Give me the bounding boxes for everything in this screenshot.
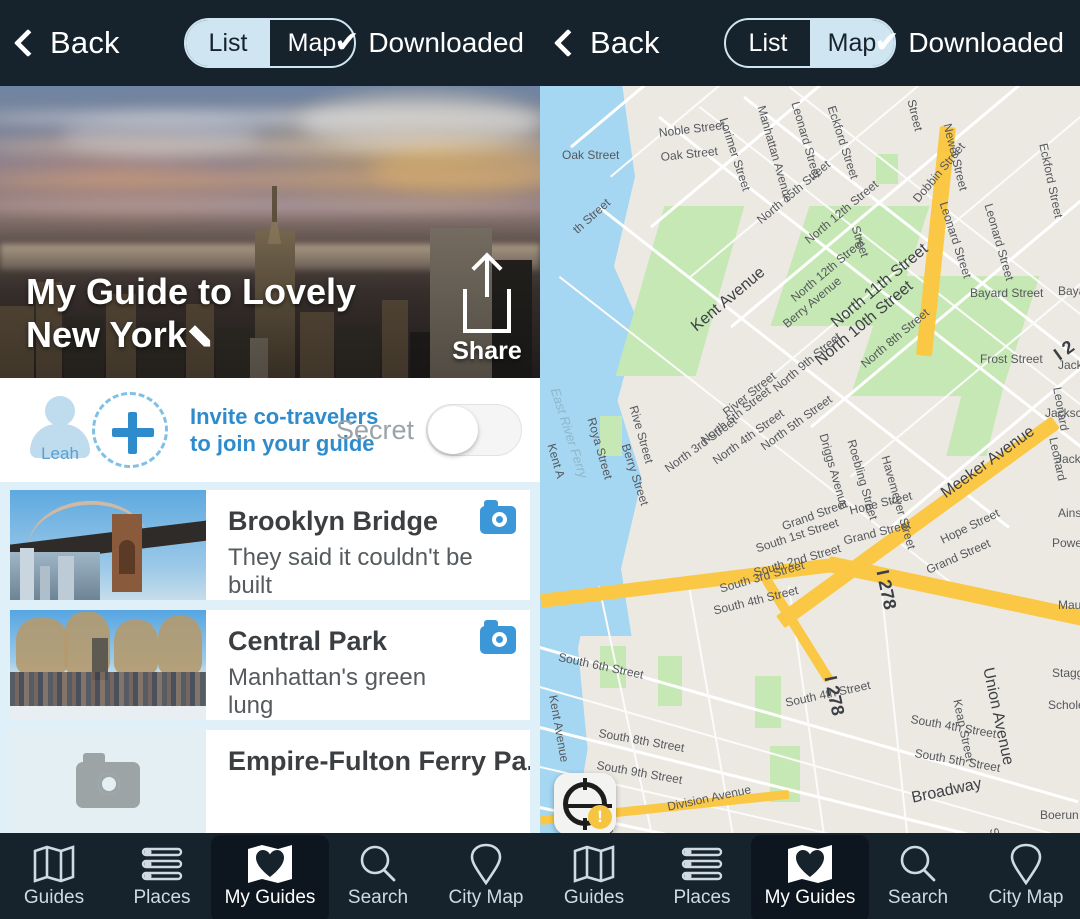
list-item[interactable]: Empire-Fulton Ferry Pa... bbox=[10, 730, 530, 840]
place-subtitle: They said it couldn't be built bbox=[228, 544, 473, 599]
place-thumbnail bbox=[10, 490, 206, 600]
place-info: Central Park Manhattan's green lung bbox=[206, 610, 530, 720]
secret-toggle[interactable] bbox=[426, 404, 522, 456]
tab-label: My Guides bbox=[224, 887, 316, 908]
segment-list[interactable]: List bbox=[186, 20, 270, 66]
heart-map-icon bbox=[756, 843, 864, 885]
list-item[interactable]: Brooklyn Bridge They said it couldn't be… bbox=[10, 490, 530, 600]
share-label: Share bbox=[452, 337, 522, 365]
secret-label: Secret bbox=[335, 414, 414, 445]
chevron-left-icon bbox=[13, 28, 43, 58]
sliders-icon bbox=[648, 843, 756, 885]
downloaded-button[interactable]: ✔ Downloaded bbox=[334, 27, 524, 59]
location-warning-badge: ! bbox=[588, 805, 612, 829]
phone-screen-map: Back List Map ✔ Downloaded Oak Street No… bbox=[540, 0, 1080, 919]
tab-label: Search bbox=[887, 887, 949, 908]
sliders-icon bbox=[108, 843, 216, 885]
chevron-left-icon bbox=[553, 28, 583, 58]
tab-label: Places bbox=[133, 887, 191, 908]
magnifier-icon bbox=[324, 843, 432, 885]
share-button[interactable]: Share bbox=[450, 257, 524, 366]
heart-map-icon bbox=[216, 843, 324, 885]
back-label: Back bbox=[50, 25, 120, 60]
check-icon: ✔ bbox=[874, 26, 900, 59]
tab-my-guides[interactable]: My Guides bbox=[751, 835, 869, 919]
pencil-icon[interactable] bbox=[191, 321, 221, 351]
tab-bar[interactable]: Guides Places My Guides Search City Map bbox=[0, 833, 540, 919]
camera-icon[interactable] bbox=[480, 620, 516, 654]
tab-search[interactable]: Search bbox=[324, 843, 432, 909]
guide-hero-image[interactable]: My Guide to Lovely New York Share bbox=[0, 86, 540, 378]
tab-guides[interactable]: Guides bbox=[540, 843, 648, 909]
phone-screen-list: Back List Map ✔ Downloaded My Guide to L… bbox=[0, 0, 540, 919]
tab-my-guides[interactable]: My Guides bbox=[211, 835, 329, 919]
back-button[interactable]: Back bbox=[553, 25, 660, 61]
place-subtitle: Manhattan's green lung bbox=[228, 664, 427, 719]
tab-places[interactable]: Places bbox=[648, 843, 756, 909]
tab-label: Guides bbox=[23, 887, 85, 908]
back-button[interactable]: Back bbox=[13, 25, 120, 61]
park-area bbox=[755, 676, 781, 728]
tab-city-map[interactable]: City Map bbox=[972, 843, 1080, 909]
place-thumbnail-placeholder bbox=[10, 730, 206, 840]
location-crosshair-button[interactable]: ! bbox=[554, 773, 616, 835]
tab-places[interactable]: Places bbox=[108, 843, 216, 909]
secret-setting: Secret bbox=[336, 404, 522, 456]
magnifier-icon bbox=[864, 843, 972, 885]
tab-label: My Guides bbox=[764, 887, 856, 908]
place-info: Empire-Fulton Ferry Pa... bbox=[206, 730, 530, 840]
camera-placeholder-icon bbox=[76, 753, 140, 808]
map-pin-icon bbox=[972, 843, 1080, 885]
list-item[interactable]: Central Park Manhattan's green lung bbox=[10, 610, 530, 720]
place-thumbnail bbox=[10, 610, 206, 720]
downloaded-label: Downloaded bbox=[368, 27, 524, 58]
tab-label: City Map bbox=[988, 887, 1064, 908]
tab-label: Guides bbox=[563, 887, 625, 908]
nav-bar-list: Back List Map ✔ Downloaded bbox=[0, 0, 540, 86]
avatar-name: Leah bbox=[41, 444, 79, 463]
tab-guides[interactable]: Guides bbox=[0, 843, 108, 909]
collaborators-row: Leah Invite co-travelers to join your gu… bbox=[0, 378, 540, 482]
tab-search[interactable]: Search bbox=[864, 843, 972, 909]
place-title: Empire-Fulton Ferry Pa... bbox=[228, 746, 530, 776]
place-title: Brooklyn Bridge bbox=[228, 506, 439, 536]
tab-city-map[interactable]: City Map bbox=[432, 843, 540, 909]
share-up-arrow-icon bbox=[463, 257, 511, 333]
map-pin-icon bbox=[432, 843, 540, 885]
tab-bar[interactable]: Guides Places My Guides Search City Map bbox=[540, 833, 1080, 919]
list-map-segmented-control[interactable]: List Map bbox=[724, 18, 896, 68]
folded-map-icon bbox=[540, 843, 648, 885]
folded-map-icon bbox=[0, 843, 108, 885]
toggle-knob bbox=[428, 406, 478, 454]
dual-screenshot-container: Back List Map ✔ Downloaded My Guide to L… bbox=[0, 0, 1080, 919]
guide-title[interactable]: My Guide to Lovely New York bbox=[26, 271, 426, 356]
list-map-segmented-control[interactable]: List Map bbox=[184, 18, 356, 68]
tab-label: Places bbox=[673, 887, 731, 908]
nav-bar-map: Back List Map ✔ Downloaded bbox=[540, 0, 1080, 86]
map-canvas[interactable]: Oak Street Noble Street Oak Street Lorim… bbox=[540, 86, 1080, 919]
tab-label: City Map bbox=[448, 887, 524, 908]
place-title: Central Park bbox=[228, 626, 388, 656]
segment-list[interactable]: List bbox=[726, 20, 810, 66]
downloaded-label: Downloaded bbox=[908, 27, 1064, 58]
downloaded-button[interactable]: ✔ Downloaded bbox=[874, 27, 1064, 59]
camera-icon[interactable] bbox=[480, 500, 516, 534]
check-icon: ✔ bbox=[334, 26, 360, 59]
back-label: Back bbox=[590, 25, 660, 60]
place-info: Brooklyn Bridge They said it couldn't be… bbox=[206, 490, 530, 600]
tab-label: Search bbox=[347, 887, 409, 908]
